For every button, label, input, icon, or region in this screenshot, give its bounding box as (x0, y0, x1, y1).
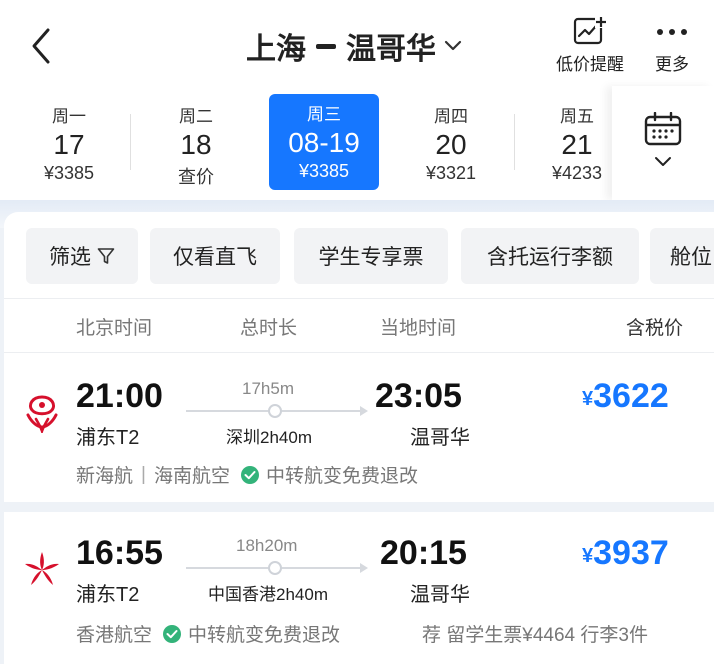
flight-meta: 新海航 | 海南航空 中转航变免费退改 (76, 461, 418, 488)
route-arrowhead (360, 563, 368, 573)
date-day: 08-19 (288, 127, 360, 158)
column-tax-included-price: 含税价 (626, 318, 684, 339)
flight-card[interactable]: 16:55 浦东T2 18h20m 中国香港2h40m 20:15 温哥华 ¥3… (4, 512, 714, 664)
date-price: ¥3385 (43, 163, 95, 183)
price-alert-button[interactable]: 低价提醒 (556, 16, 624, 75)
column-total-duration: 总时长 (240, 318, 298, 339)
funnel-icon (97, 248, 115, 264)
more-label: 更多 (655, 55, 689, 74)
route-title[interactable]: 上海 温哥华 (246, 24, 462, 68)
arrival-airport: 温哥华 (410, 584, 470, 606)
airline-name: 香港航空 (76, 625, 153, 646)
column-beijing-time: 北京时间 (76, 318, 153, 339)
more-dots-icon (657, 29, 687, 35)
price-amount: 3937 (593, 534, 669, 572)
chevron-down-icon (444, 40, 462, 51)
flight-price: ¥3622 (582, 377, 669, 416)
flight-price: ¥3937 (582, 534, 669, 573)
price-chart-alert-icon (573, 16, 607, 45)
route-dash (316, 43, 336, 49)
date-option-wed-selected[interactable]: 周三 08-19 ¥3385 (269, 94, 379, 190)
transfer-stop-marker (268, 561, 282, 575)
date-price: ¥4233 (551, 163, 603, 183)
flight-card[interactable]: 21:00 浦东T2 17h5m 深圳2h40m 23:05 温哥华 ¥3622… (4, 352, 714, 502)
arrival-time: 20:15 (380, 534, 467, 572)
calendar-icon (644, 112, 682, 146)
arrival-airport: 温哥华 (410, 427, 470, 449)
date-price: ¥3385 (298, 161, 350, 181)
currency-symbol: ¥ (582, 388, 594, 410)
airline-name: 海南航空 (153, 466, 230, 487)
weekday: 周一 (52, 107, 86, 126)
filter-chip-filter[interactable]: 筛选 (26, 228, 138, 284)
check-circle-icon (240, 465, 259, 484)
departure-airport: 浦东T2 (76, 427, 140, 449)
filter-chip-label: 筛选 (49, 246, 91, 269)
filter-chip-label: 舱位 (670, 246, 712, 269)
transfer-stop-marker (268, 404, 282, 418)
free-change-perk: 中转航变免费退改 (188, 625, 341, 646)
chevron-left-icon (32, 28, 50, 64)
price-alert-label: 低价提醒 (556, 55, 624, 74)
route-line (186, 561, 368, 575)
filter-bar: 筛选 仅看直飞 学生专享票 含托运行李额 舱位 (4, 212, 714, 298)
date-day: 18 (180, 129, 212, 160)
filter-chip-checked-baggage[interactable]: 含托运行李额 (461, 228, 639, 284)
departure-airport: 浦东T2 (76, 584, 140, 606)
hongkong-airlines-logo (25, 552, 59, 585)
flight-duration: 17h5m (242, 379, 294, 398)
date-divider (514, 114, 515, 170)
filter-chip-cabin[interactable]: 舱位 (650, 228, 714, 284)
route-arrowhead (360, 406, 368, 416)
airline-name: 新海航 (76, 466, 134, 487)
price-amount: 3622 (593, 377, 669, 415)
free-change-perk: 中转航变免费退改 (265, 466, 418, 487)
hainan-airlines-logo (26, 395, 58, 433)
destination-city: 温哥华 (346, 33, 436, 66)
column-local-time: 当地时间 (380, 318, 457, 339)
date-option-tue[interactable]: 周二 18 查价 (141, 96, 251, 187)
arrival-time: 23:05 (375, 377, 462, 415)
date-day: 20 (435, 129, 467, 160)
currency-symbol: ¥ (582, 545, 594, 567)
weekday: 周五 (560, 107, 594, 126)
check-circle-icon (163, 624, 182, 643)
transfer-info: 深圳2h40m (226, 428, 312, 447)
date-option-thu[interactable]: 周四 20 ¥3321 (396, 96, 506, 186)
date-price: ¥3321 (425, 163, 477, 183)
date-option-mon[interactable]: 周一 17 ¥3385 (14, 96, 124, 186)
column-header-row: 北京时间 总时长 当地时间 含税价 (4, 298, 714, 352)
weekday: 周三 (307, 105, 341, 124)
departure-time: 21:00 (76, 377, 163, 415)
route-line (186, 404, 368, 418)
date-price: 查价 (178, 167, 214, 187)
calendar-button[interactable] (612, 86, 714, 200)
date-day: 17 (53, 129, 85, 160)
weekday: 周二 (179, 107, 213, 126)
filter-chip-label: 含托运行李额 (487, 246, 613, 269)
flight-duration: 18h20m (236, 536, 298, 555)
divider: | (141, 463, 146, 485)
departure-time: 16:55 (76, 534, 163, 572)
filter-chip-label: 仅看直飞 (173, 246, 257, 269)
flight-meta: 香港航空 中转航变免费退改 (76, 620, 340, 647)
chevron-down-icon (655, 157, 671, 166)
filter-chip-direct-only[interactable]: 仅看直飞 (150, 228, 280, 284)
weekday: 周四 (434, 107, 468, 126)
filter-chip-student[interactable]: 学生专享票 (294, 228, 448, 284)
date-day: 21 (561, 129, 593, 160)
transfer-info: 中国香港2h40m (208, 585, 328, 604)
top-nav-bar: 上海 温哥华 低价提醒 更多 (0, 0, 714, 86)
student-fare-recommendation[interactable]: 荐 留学生票¥4464 行李3件 (422, 620, 648, 647)
back-button[interactable] (22, 24, 62, 68)
date-strip: 周一 17 ¥3385 周二 18 查价 周三 08-19 ¥3385 周四 2… (0, 86, 714, 200)
more-button[interactable]: 更多 (652, 16, 692, 75)
date-divider (130, 114, 131, 170)
filter-chip-label: 学生专享票 (318, 246, 424, 269)
origin-city: 上海 (246, 33, 306, 66)
